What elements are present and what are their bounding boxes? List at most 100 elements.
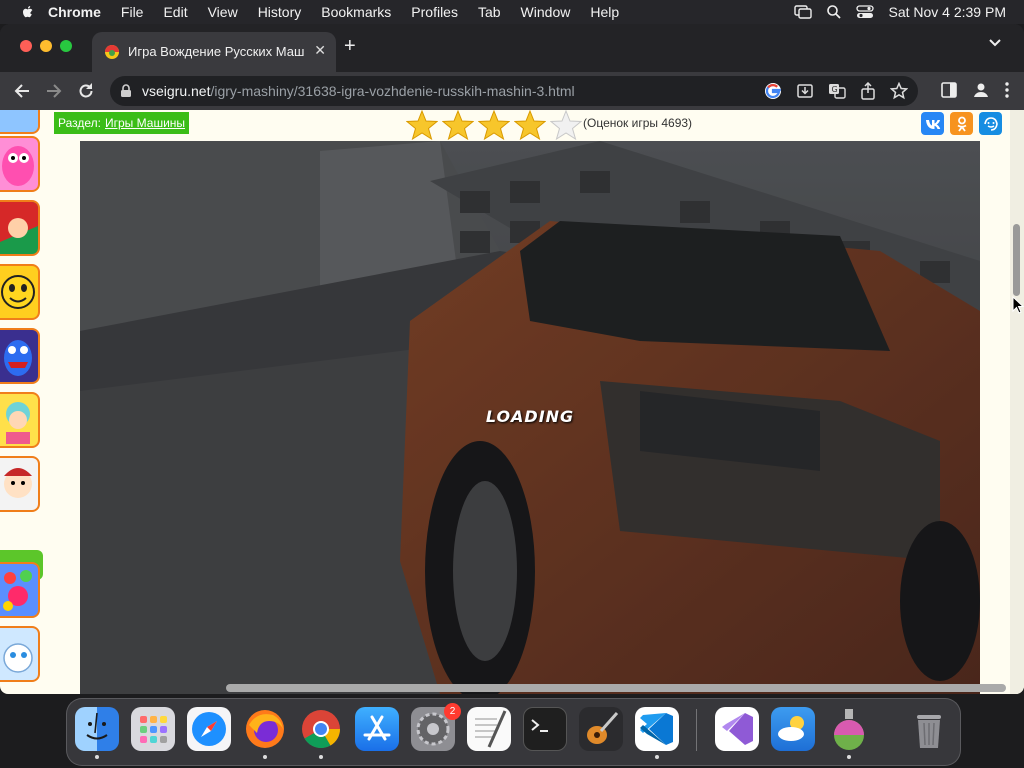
menu-help[interactable]: Help [590, 4, 619, 20]
tab-strip: Игра Вождение Русских Маш ✕ + [0, 24, 1024, 72]
game-thumbnail[interactable] [0, 392, 40, 448]
star-filled-icon[interactable] [406, 110, 438, 140]
menu-profiles[interactable]: Profiles [411, 4, 458, 20]
terminal-icon[interactable] [523, 707, 567, 751]
clown-character-icon [4, 468, 32, 498]
vscode-icon[interactable] [635, 707, 679, 759]
menu-view[interactable]: View [208, 4, 238, 20]
install-app-icon[interactable] [796, 82, 814, 100]
minimize-window-button[interactable] [40, 40, 52, 52]
smiley-icon [1, 275, 35, 309]
game-frame[interactable]: LOADING [80, 141, 980, 694]
forward-arrow-icon[interactable] [44, 81, 64, 101]
section-label: Раздел: [58, 116, 101, 130]
spotlight-search-icon[interactable] [826, 4, 842, 20]
running-indicator [263, 755, 267, 759]
game-thumbnail[interactable] [0, 562, 40, 618]
rating-count: (Оценок игры 4693) [583, 116, 693, 130]
star-empty-icon[interactable] [550, 110, 582, 140]
chrome-icon[interactable] [299, 707, 343, 759]
back-arrow-icon[interactable] [12, 81, 32, 101]
rating-stars[interactable] [406, 110, 582, 140]
active-tab[interactable]: Игра Вождение Русских Маш ✕ [92, 32, 336, 72]
toolbar-right-actions [940, 81, 1010, 99]
running-indicator [655, 755, 659, 759]
new-tab-button[interactable]: + [344, 36, 356, 56]
menu-history[interactable]: History [258, 4, 302, 20]
game-thumbnail[interactable] [0, 264, 40, 320]
launchpad-icon[interactable] [131, 707, 175, 751]
browser-toolbar: vseigru.net/igry-mashiny/31638-igra-vozh… [0, 72, 1024, 110]
macos-menubar: Chrome File Edit View History Bookmarks … [0, 0, 1024, 24]
running-indicator [847, 755, 851, 759]
menubar-status-area: Sat Nov 4 2:39 PM [794, 0, 1006, 24]
menu-tab[interactable]: Tab [478, 4, 501, 20]
mail-share-icon[interactable] [979, 112, 1002, 135]
tab-title: Игра Вождение Русских Маш [128, 44, 305, 59]
horizontal-scroll-thumb[interactable] [226, 684, 1006, 692]
blue-monster-icon [4, 340, 32, 376]
bubble-game-icon [3, 570, 32, 611]
apple-icon[interactable] [20, 4, 36, 20]
side-panel-icon[interactable] [940, 81, 958, 99]
vertical-scrollbar[interactable] [1010, 110, 1024, 694]
finder-icon[interactable] [75, 707, 119, 759]
installer-icon[interactable] [827, 707, 871, 759]
mouse-cursor-icon [1012, 296, 1024, 314]
section-breadcrumb: Раздел: Игры Машины [54, 112, 190, 134]
dock-separator [696, 709, 697, 751]
system-settings-icon[interactable]: 2 [411, 703, 461, 751]
hero-character-icon [0, 202, 38, 242]
section-link[interactable]: Игры Машины [105, 116, 185, 130]
menu-window[interactable]: Window [521, 4, 571, 20]
ok-share-icon[interactable] [950, 112, 973, 135]
textedit-icon[interactable] [467, 707, 511, 751]
menu-file[interactable]: File [121, 4, 144, 20]
star-filled-icon[interactable] [478, 110, 510, 140]
horizontal-scrollbar[interactable] [0, 682, 1010, 694]
garageband-icon[interactable] [579, 707, 623, 751]
white-creature-icon [3, 643, 33, 673]
google-icon[interactable] [764, 82, 782, 100]
menu-edit[interactable]: Edit [163, 4, 187, 20]
bookmark-star-icon[interactable] [890, 82, 908, 100]
menu-app-name[interactable]: Chrome [48, 4, 101, 20]
lock-icon[interactable] [120, 84, 132, 98]
game-thumbnail[interactable] [0, 136, 40, 192]
menubar-clock[interactable]: Sat Nov 4 2:39 PM [888, 4, 1006, 20]
url-text[interactable]: vseigru.net/igry-mashiny/31638-igra-vozh… [142, 83, 575, 99]
screen-mirroring-icon[interactable] [794, 5, 813, 19]
game-thumbnail[interactable] [0, 456, 40, 512]
menu-bookmarks[interactable]: Bookmarks [321, 4, 391, 20]
game-thumbnail[interactable] [0, 328, 40, 384]
profile-avatar-icon[interactable] [972, 81, 990, 99]
close-tab-icon[interactable]: ✕ [314, 42, 326, 59]
tab-search-chevron-icon[interactable] [988, 38, 1002, 48]
visual-studio-icon[interactable] [715, 707, 759, 751]
game-thumbnail[interactable] [0, 110, 40, 134]
social-share-buttons [921, 112, 1002, 135]
game-thumbnails-sidebar [0, 110, 44, 694]
translate-icon[interactable]: G [828, 82, 846, 100]
trash-icon[interactable] [907, 707, 951, 751]
vertical-scroll-thumb[interactable] [1013, 224, 1020, 296]
notification-badge: 2 [444, 703, 461, 720]
weather-icon[interactable] [771, 707, 815, 751]
star-filled-icon[interactable] [514, 110, 546, 140]
share-icon[interactable] [860, 82, 876, 100]
game-thumbnail[interactable] [0, 200, 40, 256]
zoom-window-button[interactable] [60, 40, 72, 52]
vk-share-icon[interactable] [921, 112, 944, 135]
chrome-menu-icon[interactable] [1004, 81, 1010, 99]
web-page: Раздел: Игры Машины (Оценок игры 4693) L… [0, 110, 1024, 694]
safari-icon[interactable] [187, 707, 231, 751]
app-store-icon[interactable] [355, 707, 399, 751]
control-center-icon[interactable] [856, 5, 875, 19]
reload-icon[interactable] [76, 81, 96, 101]
close-window-button[interactable] [20, 40, 32, 52]
url-path: /igry-mashiny/31638-igra-vozhdenie-russk… [210, 83, 575, 99]
firefox-icon[interactable] [243, 707, 287, 759]
star-filled-icon[interactable] [442, 110, 474, 140]
game-thumbnail[interactable] [0, 626, 40, 682]
address-bar[interactable]: vseigru.net/igry-mashiny/31638-igra-vozh… [110, 76, 918, 106]
